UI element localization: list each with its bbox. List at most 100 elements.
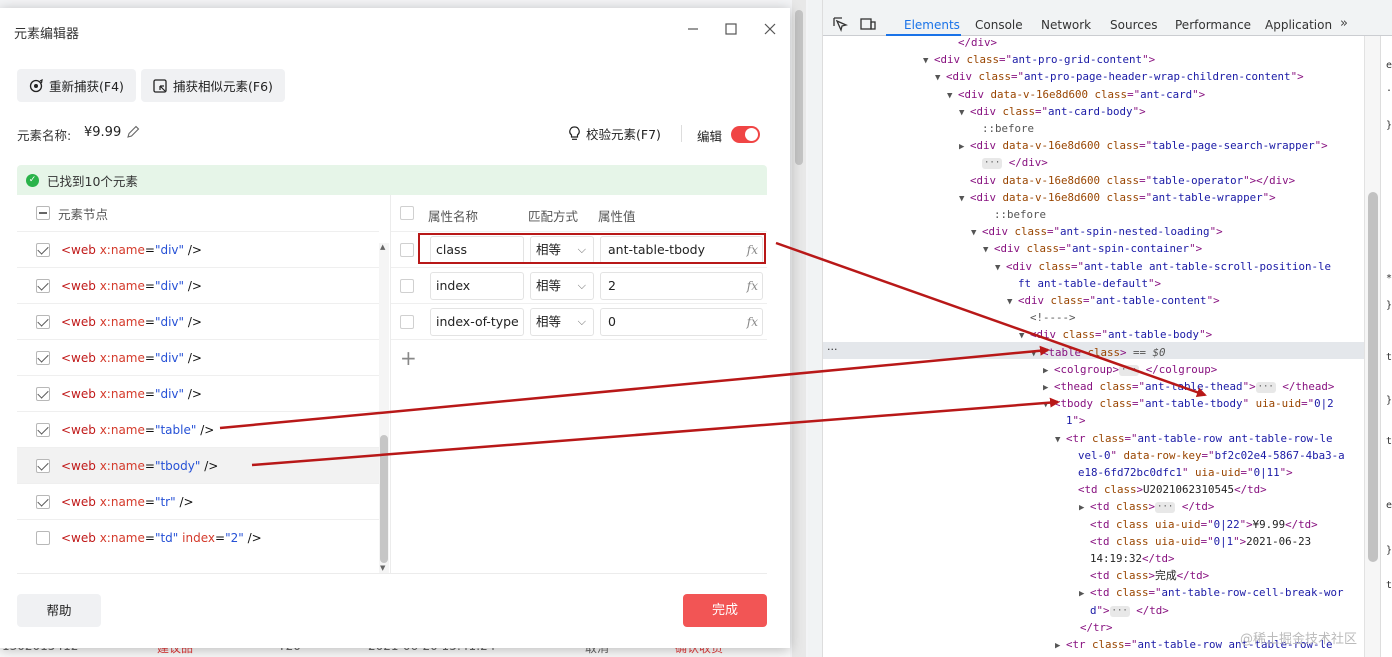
pencil-icon[interactable] — [126, 125, 140, 139]
maximize-button[interactable] — [721, 20, 741, 40]
expanded-triangle-icon[interactable]: ▼ — [995, 260, 1006, 277]
help-button[interactable]: 帮助 — [17, 594, 101, 627]
ellipsis-button[interactable]: ··· — [1119, 364, 1140, 376]
expanded-triangle-icon[interactable]: ▼ — [947, 88, 958, 105]
property-checkbox[interactable] — [400, 243, 414, 257]
node-checkbox[interactable] — [36, 386, 50, 401]
devtools-tab-performance[interactable]: Performance — [1175, 18, 1251, 32]
dom-line[interactable]: 14:19:32</td> — [1079, 550, 1175, 567]
dom-line[interactable]: e18-6fd72bc0dfc1" uia-uid="0|11"> — [1067, 464, 1293, 481]
dom-line[interactable]: <td class uia-uid="0|1">2021-06-23 — [1079, 533, 1311, 550]
background-scroll-thumb[interactable] — [795, 10, 803, 165]
dom-line[interactable]: vel-0" data-row-key="bf2c02e4-5867-4ba3-… — [1067, 447, 1345, 464]
expanded-triangle-icon[interactable]: ▼ — [1043, 397, 1054, 414]
expanded-triangle-icon[interactable]: ▼ — [959, 191, 970, 208]
node-row[interactable]: <web x:name="div" /> — [17, 375, 379, 411]
dom-line[interactable]: </div> — [947, 36, 997, 51]
node-row[interactable]: <web x:name="td" index="2" /> — [17, 519, 379, 555]
dom-line[interactable]: ▼ <tbody class="ant-table-tbody" uia-uid=… — [1043, 395, 1334, 412]
dom-line[interactable]: ::before — [971, 120, 1034, 137]
expanded-triangle-icon[interactable]: ▼ — [935, 70, 946, 87]
property-value-input[interactable]: 2 fx — [600, 272, 763, 300]
expanded-triangle-icon[interactable]: ▼ — [1055, 432, 1066, 449]
node-checkbox[interactable] — [36, 242, 50, 257]
dom-line[interactable]: ▼ <table class> == $0 — [1031, 344, 1166, 361]
node-row[interactable]: <web x:name="tbody" /> — [17, 447, 379, 483]
devtools-tab-elements[interactable]: Elements — [904, 18, 960, 32]
devtools-tab-application[interactable]: Application — [1265, 18, 1332, 32]
property-value-input[interactable]: 0 fx — [600, 308, 763, 336]
dom-tree-scrollbar[interactable] — [1364, 36, 1380, 657]
dom-line[interactable]: </tr> — [1069, 619, 1113, 636]
match-mode-select[interactable]: 相等 ⌵ — [530, 308, 594, 336]
node-list-scrollbar[interactable]: ▲ ▼ — [379, 243, 389, 573]
collapsed-triangle-icon[interactable]: ▶ — [1055, 638, 1066, 655]
dom-line[interactable]: <td class>U2021062310545</td> — [1067, 481, 1267, 498]
dom-line[interactable]: ▶ <thead class="ant-table-thead"> ··· </th… — [1043, 378, 1334, 395]
property-checkbox[interactable] — [400, 315, 414, 329]
dom-line[interactable]: ft ant-table-default"> — [1007, 275, 1161, 292]
node-row[interactable]: <web x:name="div" /> — [17, 303, 379, 339]
property-name-input[interactable]: index — [430, 272, 524, 300]
select-all-props-checkbox[interactable] — [400, 206, 414, 220]
dom-line[interactable]: <td class uia-uid="0|22">¥9.99</td> — [1079, 516, 1318, 533]
node-checkbox[interactable] — [36, 530, 50, 545]
expanded-triangle-icon[interactable]: ▼ — [959, 105, 970, 122]
match-mode-select[interactable]: 相等 ⌵ — [530, 272, 594, 300]
dom-line[interactable]: <div data-v-16e8d600 class="table-operat… — [959, 172, 1295, 189]
node-list-scroll-thumb[interactable] — [380, 435, 388, 563]
node-row[interactable]: <web x:name="table" /> — [17, 411, 379, 447]
node-checkbox[interactable] — [36, 314, 50, 329]
dom-line[interactable]: <!----> — [1019, 309, 1076, 326]
scroll-down-icon[interactable]: ▼ — [380, 564, 385, 572]
ellipsis-button[interactable]: ··· — [1155, 502, 1176, 514]
property-checkbox[interactable] — [400, 279, 414, 293]
node-row[interactable]: <web x:name="tr" /> — [17, 483, 379, 519]
property-name-input[interactable]: index-of-type — [430, 308, 524, 336]
dom-line[interactable]: ▼ <div class="ant-table-body"> — [1019, 326, 1212, 343]
edit-toggle[interactable] — [731, 126, 760, 143]
dom-line[interactable]: ··· </div> — [971, 154, 1048, 171]
devtools-tab-network[interactable]: Network — [1041, 18, 1091, 32]
dom-line[interactable]: ▼ <div class="ant-pro-grid-content"> — [923, 51, 1155, 68]
close-button[interactable] — [760, 20, 780, 40]
expanded-triangle-icon[interactable]: ▼ — [1019, 328, 1030, 345]
dom-tree-scroll-thumb[interactable] — [1368, 192, 1378, 562]
dom-line[interactable]: ▼ <div class="ant-pro-page-header-wrap-ch… — [935, 68, 1304, 85]
devtools-tab-console[interactable]: Console — [975, 18, 1023, 32]
fx-icon[interactable]: fx — [747, 273, 758, 299]
fx-icon[interactable]: fx — [747, 309, 758, 335]
dom-line[interactable]: ▼ <div class="ant-table-content"> — [1007, 292, 1220, 309]
dom-line[interactable]: ▶ <td class="ant-table-row-cell-break-wor — [1079, 584, 1344, 601]
devtools-tab-sources[interactable]: Sources — [1110, 18, 1157, 32]
expanded-triangle-icon[interactable]: ▼ — [1007, 294, 1018, 311]
ellipsis-button[interactable]: ··· — [1109, 605, 1130, 617]
ellipsis-button[interactable]: ··· — [1255, 382, 1276, 393]
node-checkbox[interactable] — [36, 278, 50, 293]
dom-line[interactable]: vel-0" data-row-key="02c7a066-0ab7-4b02-… — [1067, 653, 1345, 657]
dom-line[interactable]: 1"> — [1055, 412, 1086, 429]
inspect-element-icon[interactable] — [832, 16, 848, 32]
node-row[interactable]: <web x:name="div" /> — [17, 267, 379, 303]
dom-line[interactable]: ▼ <div class="ant-card-body"> — [959, 103, 1146, 120]
dom-line[interactable]: ▶ <td class> ··· </td> — [1079, 498, 1214, 515]
scroll-up-icon[interactable]: ▲ — [380, 243, 385, 251]
node-checkbox[interactable] — [36, 458, 50, 473]
dom-line[interactable]: ▼ <div class="ant-table ant-table-scroll-… — [995, 258, 1331, 275]
expanded-triangle-icon[interactable]: ▼ — [1031, 346, 1042, 363]
collapsed-triangle-icon[interactable]: ▶ — [959, 139, 970, 156]
dom-line[interactable]: ▼ <div data-v-16e8d600 class="ant-table-w… — [959, 189, 1276, 206]
select-all-nodes-checkbox[interactable] — [36, 206, 50, 220]
recapture-button[interactable]: 重新捕获(F4) — [17, 69, 136, 102]
node-checkbox[interactable] — [36, 350, 50, 365]
dom-line[interactable]: ▶ <div data-v-16e8d600 class="table-page-… — [959, 137, 1328, 154]
dom-line[interactable]: ▼ <div class="ant-spin-nested-loading"> — [971, 223, 1223, 240]
dom-line[interactable]: ▼ <div data-v-16e8d600 class="ant-card"> — [947, 86, 1205, 103]
expanded-triangle-icon[interactable]: ▼ — [971, 225, 982, 242]
dom-line[interactable]: d"> ··· </td> — [1079, 602, 1169, 619]
ellipsis-button[interactable]: ··· — [982, 158, 1003, 170]
expanded-triangle-icon[interactable]: ▼ — [923, 53, 934, 70]
dom-line[interactable]: ▼ <div class="ant-spin-container"> — [983, 240, 1202, 257]
device-toolbar-icon[interactable] — [860, 16, 876, 32]
dom-line[interactable]: <td class>完成</td> — [1079, 567, 1209, 584]
